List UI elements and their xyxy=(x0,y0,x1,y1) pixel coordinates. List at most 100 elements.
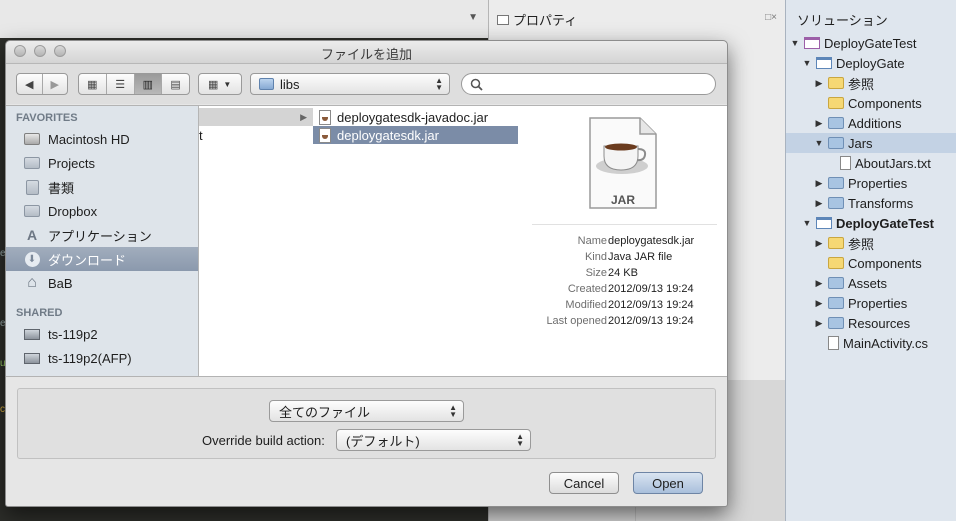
file-row[interactable]: deploygatesdk.jar xyxy=(313,126,518,144)
disclosure-expanded-icon[interactable]: ▼ xyxy=(814,138,824,148)
editor-dropdown-icon[interactable]: ▼ xyxy=(468,12,478,23)
disclosure-collapsed-icon[interactable]: ▶ xyxy=(814,78,824,89)
sidebar-item[interactable]: ts-119p2 xyxy=(6,322,198,346)
disclosure-expanded-icon[interactable]: ▼ xyxy=(790,38,800,48)
sidebar-item-label: ts-119p2 xyxy=(48,326,98,342)
properties-title-label: プロパティ xyxy=(513,13,578,28)
tree-item[interactable]: ▼ DeployGateTest xyxy=(786,33,956,53)
tree-item[interactable]: ▼ Jars xyxy=(786,133,956,153)
tree-item[interactable]: Components xyxy=(786,253,956,273)
chevron-down-icon: ▼ xyxy=(223,79,232,89)
folder-icon xyxy=(828,137,844,149)
sidebar-item[interactable]: ⬇ ダウンロード xyxy=(6,247,198,271)
arrange-icon: ▦ xyxy=(208,78,219,91)
file-icon xyxy=(840,156,851,170)
disclosure-expanded-icon[interactable]: ▼ xyxy=(802,218,812,228)
tree-item[interactable]: ▶ Properties xyxy=(786,293,956,313)
sidebar-item[interactable]: A アプリケーション xyxy=(6,223,198,247)
shared-header: SHARED xyxy=(16,307,63,319)
disclosure-collapsed-icon[interactable]: ▶ xyxy=(814,298,824,309)
tree-item[interactable]: ▶ Assets xyxy=(786,273,956,293)
folder-icon xyxy=(828,117,844,129)
view-mode-selector: ▦ ☰ ▥ ▤ xyxy=(78,73,190,95)
tree-item-label: Components xyxy=(848,95,922,111)
updown-icon: ▲ ▼ xyxy=(516,432,524,448)
folder-icon xyxy=(828,297,844,309)
disk-icon xyxy=(24,132,40,146)
tree-item[interactable]: ▼ DeployGate xyxy=(786,53,956,73)
file-browser: FAVORITES Macintosh HD Projects 書類 Dropbox A… xyxy=(6,105,727,377)
tree-item[interactable]: ▶ Additions xyxy=(786,113,956,133)
column-view-button[interactable]: ▥ xyxy=(134,74,163,94)
disclosure-expanded-icon[interactable]: ▼ xyxy=(802,58,812,68)
sidebar-item[interactable]: ⌂ BaB xyxy=(6,271,198,295)
updown-icon: ▲ ▼ xyxy=(449,403,457,419)
file-icon xyxy=(828,336,839,350)
build-action-popup[interactable]: (デフォルト) ▲ ▼ xyxy=(336,429,531,451)
meta-label: Modified xyxy=(565,299,607,311)
sidebar-item-label: BaB xyxy=(48,275,73,291)
meta-value: 2012/09/13 19:24 xyxy=(608,315,694,327)
downloads-icon: ⬇ xyxy=(24,251,40,267)
disclosure-collapsed-icon[interactable]: ▶ xyxy=(814,198,824,209)
arrange-menu[interactable]: ▦ ▼ xyxy=(198,73,242,95)
tree-item[interactable]: MainActivity.cs xyxy=(786,333,956,353)
panel-close-icon[interactable]: □× xyxy=(765,12,777,23)
dialog-titlebar: ファイルを追加 xyxy=(6,41,727,64)
file-filter-popup[interactable]: 全てのファイル ▲ ▼ xyxy=(269,400,464,422)
disclosure-collapsed-icon[interactable]: ▶ xyxy=(814,318,824,329)
meta-value: Java JAR file xyxy=(608,251,673,263)
folder-icon xyxy=(828,197,844,209)
back-button[interactable]: ◀ xyxy=(17,74,43,94)
jar-file-icon xyxy=(319,109,331,125)
sidebar-item-label: Dropbox xyxy=(48,203,98,219)
tree-item[interactable]: AboutJars.txt xyxy=(786,153,956,173)
meta-label: Name xyxy=(577,235,607,247)
tree-item[interactable]: ▶ Resources xyxy=(786,313,956,333)
tree-item[interactable]: ▶ 参照 xyxy=(786,73,956,93)
sidebar-item[interactable]: Projects xyxy=(6,151,198,175)
search-field[interactable] xyxy=(461,73,716,95)
file-name: deploygatesdk.jar xyxy=(337,127,439,143)
forward-button[interactable]: ▶ xyxy=(43,74,68,94)
open-button[interactable]: Open xyxy=(633,472,703,494)
search-input[interactable] xyxy=(486,76,710,94)
sidebar-item-label: ts-119p2(AFP) xyxy=(48,350,132,366)
disclosure-collapsed-icon[interactable]: ▶ xyxy=(814,118,824,129)
sidebar-item[interactable]: Dropbox xyxy=(6,199,198,223)
cancel-button[interactable]: Cancel xyxy=(549,472,619,494)
sidebar-item[interactable]: Macintosh HD xyxy=(6,127,198,151)
column-selected-row[interactable]: ▶ xyxy=(199,108,313,126)
location-label: libs xyxy=(280,76,300,92)
meta-value: 2012/09/13 19:24 xyxy=(608,283,694,295)
tree-item[interactable]: ▶ 参照 xyxy=(786,233,956,253)
file-filter-label: 全てのファイル xyxy=(279,404,371,420)
applications-icon: A xyxy=(26,227,38,243)
tree-item-label: DeployGate xyxy=(836,55,905,71)
tree-item[interactable]: ▶ Transforms xyxy=(786,193,956,213)
monitor-icon xyxy=(24,327,40,341)
file-name: deploygatesdk-javadoc.jar xyxy=(337,109,489,125)
tree-item[interactable]: Components xyxy=(786,93,956,113)
disclosure-collapsed-icon[interactable]: ▶ xyxy=(814,178,824,189)
location-popup[interactable]: libs ▲ ▼ xyxy=(250,73,450,95)
sidebar-item-label: 書類 xyxy=(48,180,75,196)
icon-view-button[interactable]: ▦ xyxy=(79,74,107,94)
disclosure-collapsed-icon[interactable]: ▶ xyxy=(814,238,824,249)
tree-item[interactable]: ▶ Properties xyxy=(786,173,956,193)
disclosure-collapsed-icon[interactable]: ▶ xyxy=(814,278,824,289)
folder-icon xyxy=(828,237,844,249)
sidebar-item[interactable]: ts-119p2(AFP) xyxy=(6,346,198,370)
chevron-right-icon: ▶ xyxy=(300,111,307,122)
column-row-text[interactable]: t xyxy=(199,126,203,144)
file-row[interactable]: deploygatesdk-javadoc.jar xyxy=(313,108,518,126)
tree-item[interactable]: ▼ DeployGateTest xyxy=(786,213,956,233)
meta-value: 2012/09/13 19:24 xyxy=(608,299,694,311)
coverflow-view-button[interactable]: ▤ xyxy=(162,74,189,94)
tree-item-label: AboutJars.txt xyxy=(855,155,931,171)
editor-tab-bar: ▼ xyxy=(0,0,488,39)
column-files: deploygatesdk-javadoc.jar deploygatesdk.j… xyxy=(313,106,519,376)
project-icon xyxy=(816,57,832,69)
list-view-button[interactable]: ☰ xyxy=(107,74,135,94)
sidebar-item[interactable]: 書類 xyxy=(6,175,198,199)
